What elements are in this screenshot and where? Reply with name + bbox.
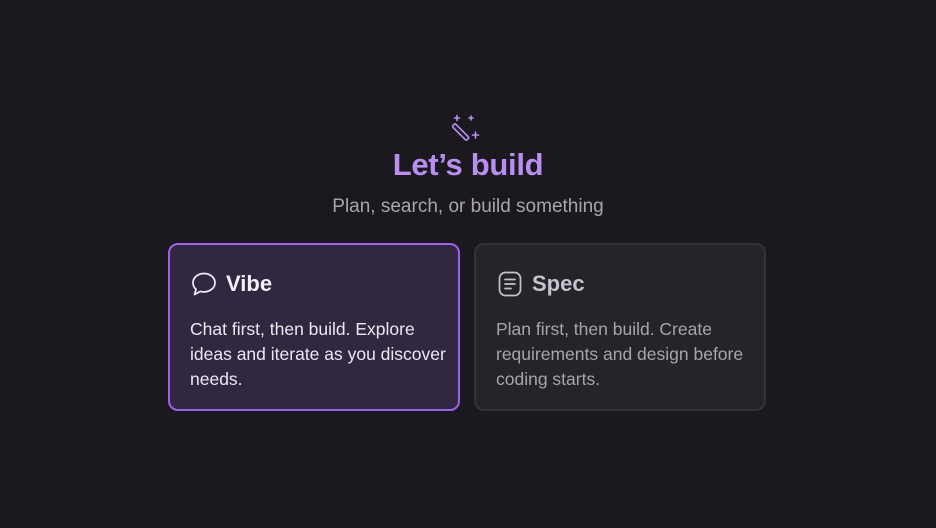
mode-picker: Let’s build Plan, search, or build somet… xyxy=(0,0,936,528)
spec-card-title: Spec xyxy=(532,271,585,296)
spec-card-description: Plan first, then build. Create requireme… xyxy=(496,319,744,389)
spec-card-header: Spec xyxy=(496,269,585,299)
spec-mode-card[interactable]: Spec Plan first, then build. Create requ… xyxy=(474,243,766,411)
document-lines-icon xyxy=(498,271,522,297)
page-subtitle: Plan, search, or build something xyxy=(332,196,604,217)
magic-wand-icon xyxy=(452,114,480,141)
vibe-card-title: Vibe xyxy=(226,271,273,296)
vibe-mode-card[interactable]: Vibe Chat first, then build. Explore ide… xyxy=(168,243,460,411)
page-title: Let’s build xyxy=(392,147,544,182)
vibe-card-description: Chat first, then build. Explore ideas an… xyxy=(190,319,446,389)
chat-bubble-icon xyxy=(192,272,216,296)
vibe-card-header: Vibe xyxy=(190,269,272,299)
